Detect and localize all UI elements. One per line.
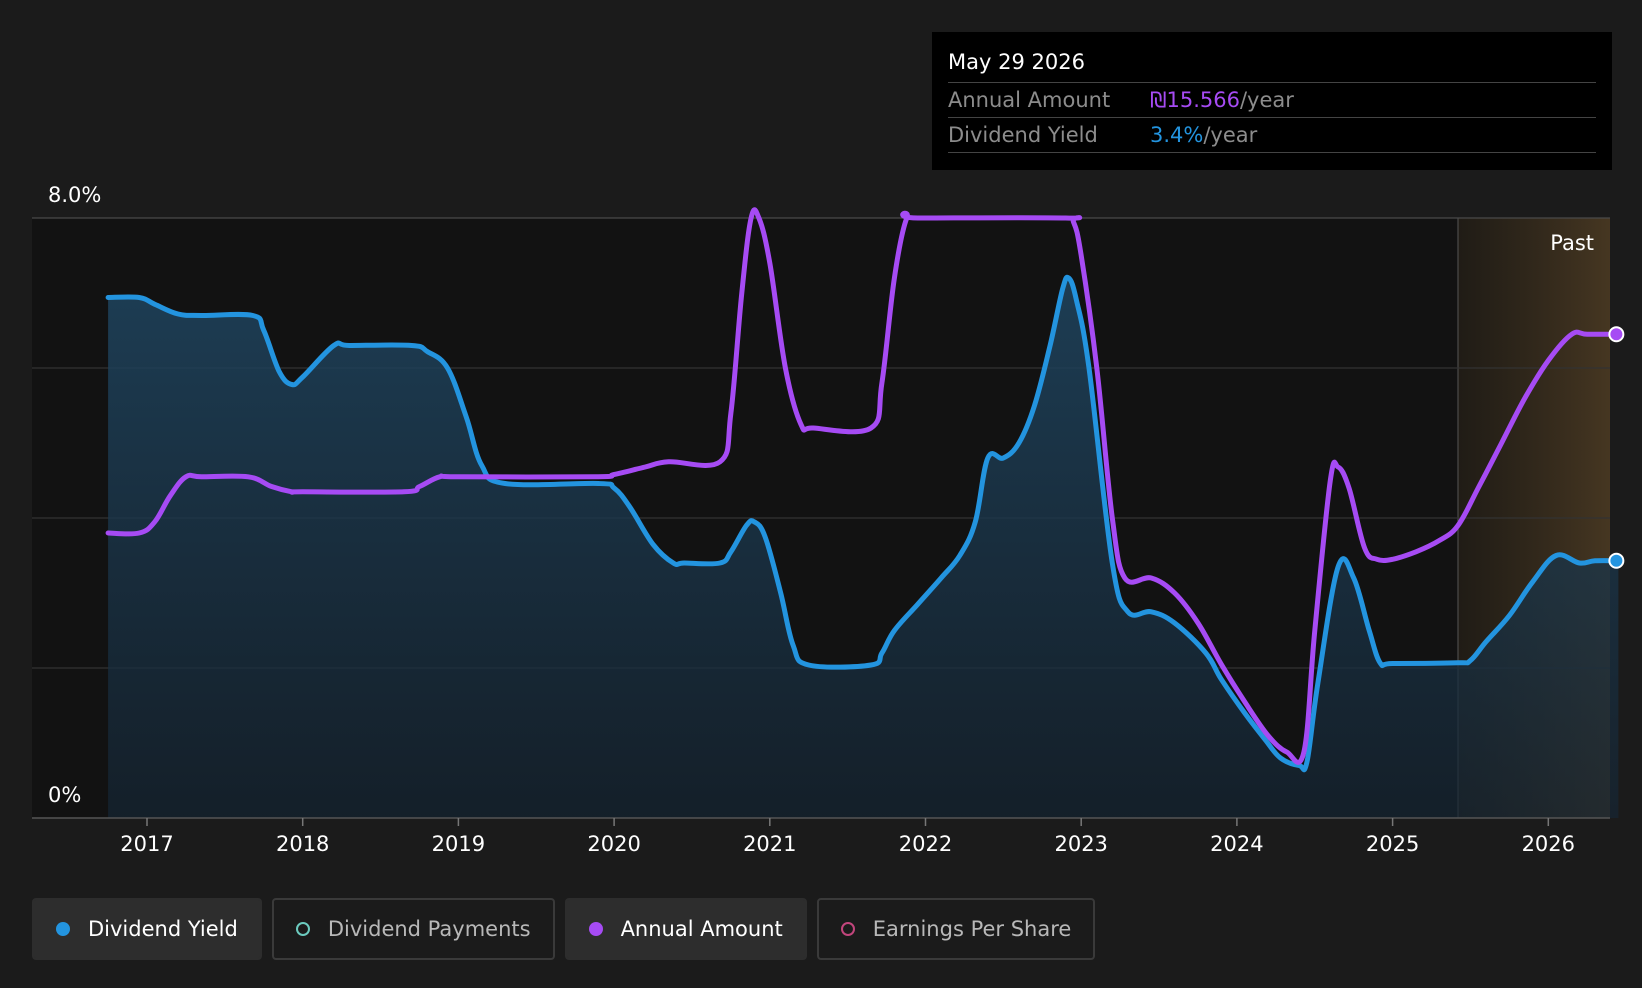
x-tick-label: 2022 bbox=[899, 832, 952, 856]
past-label: Past bbox=[1550, 231, 1594, 255]
legend-label: Annual Amount bbox=[620, 917, 783, 941]
earnings-per-share-dot-icon bbox=[840, 922, 855, 936]
tooltip-value: ₪15.566 bbox=[1150, 88, 1240, 112]
tooltip-label: Dividend Yield bbox=[948, 123, 1098, 147]
annual-amount-dot-icon bbox=[588, 922, 603, 936]
legend-item-dividend-yield[interactable]: Dividend Yield bbox=[32, 898, 262, 960]
x-tick-label: 2023 bbox=[1054, 832, 1107, 856]
annual-amount-end-marker bbox=[1608, 326, 1625, 343]
x-axis-ticks: 2017 2018 2019 2020 2021 2022 2023 2024 2025 2026 bbox=[120, 818, 1575, 856]
y-tick-bottom: 0% bbox=[48, 783, 81, 807]
legend-item-earnings-per-share[interactable]: Earnings Per Share bbox=[816, 898, 1096, 960]
legend-label: Dividend Yield bbox=[88, 917, 238, 941]
legend-label: Earnings Per Share bbox=[872, 917, 1072, 941]
dividend-yield-end-marker bbox=[1608, 552, 1625, 569]
dividend-payments-dot-icon bbox=[295, 922, 310, 936]
tooltip-unit: /year bbox=[1239, 88, 1294, 112]
x-tick-label: 2017 bbox=[120, 832, 173, 856]
tooltip-label: Annual Amount bbox=[948, 88, 1111, 112]
legend-item-annual-amount[interactable]: Annual Amount bbox=[564, 898, 807, 960]
tooltip-unit: /year bbox=[1203, 123, 1258, 147]
tooltip-date: May 29 2026 bbox=[948, 46, 1596, 83]
x-tick-label: 2020 bbox=[587, 832, 640, 856]
tooltip: May 29 2026 Annual Amount ₪15.566 /year … bbox=[932, 32, 1612, 170]
dividend-yield-dot-icon bbox=[56, 922, 70, 936]
legend-label: Dividend Payments bbox=[327, 917, 531, 941]
y-tick-top: 8.0% bbox=[48, 183, 101, 207]
legend: Dividend Yield Dividend Payments Annual … bbox=[32, 898, 1096, 960]
tooltip-row-dividend-yield: Dividend Yield 3.4% /year bbox=[948, 118, 1596, 153]
x-tick-label: 2026 bbox=[1522, 832, 1575, 856]
legend-item-dividend-payments[interactable]: Dividend Payments bbox=[271, 898, 555, 960]
x-tick-label: 2018 bbox=[276, 832, 329, 856]
x-tick-label: 2019 bbox=[432, 832, 485, 856]
tooltip-value: 3.4% bbox=[1150, 123, 1204, 147]
x-tick-label: 2021 bbox=[743, 832, 796, 856]
x-tick-label: 2024 bbox=[1210, 832, 1263, 856]
tooltip-row-annual-amount: Annual Amount ₪15.566 /year bbox=[948, 83, 1596, 118]
x-tick-label: 2025 bbox=[1366, 832, 1419, 856]
